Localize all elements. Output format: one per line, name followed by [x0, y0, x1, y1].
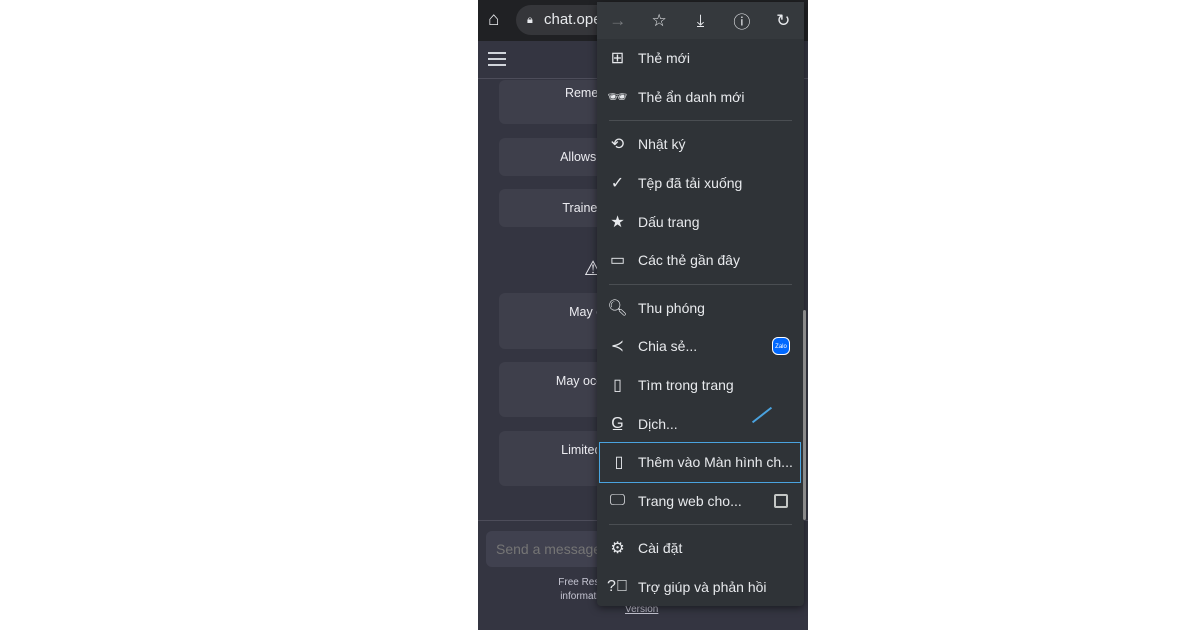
- menu-item-zoom[interactable]: 🔍︎ Thu phóng: [597, 289, 804, 328]
- bookmark-star-icon: ★: [610, 213, 625, 231]
- downloads-icon: ✓: [610, 175, 625, 193]
- divider: [609, 120, 792, 122]
- menu-label: Thẻ mới: [638, 50, 690, 67]
- settings-icon: ⚙: [610, 540, 625, 558]
- menu-item-find[interactable]: ▯ Tìm trong trang: [597, 366, 804, 405]
- phone-screen: ⌂ 🔒︎chat.ope Remembers Allows user to Tr…: [478, 0, 808, 630]
- new-tab-icon: ⊞: [610, 50, 625, 68]
- history-icon: ⟲: [610, 136, 625, 154]
- menu-label: Dấu trang: [638, 213, 700, 230]
- forward-icon[interactable]: →: [603, 11, 633, 31]
- menu-item-bookmarks[interactable]: ★ Dấu trang: [597, 202, 804, 241]
- info-icon[interactable]: ⓘ: [727, 8, 757, 33]
- menu-item-desktop-site[interactable]: 🖵︎ Trang web cho...: [597, 482, 804, 521]
- menu-item-recent-tabs[interactable]: ▭ Các thẻ gần đây: [597, 241, 804, 280]
- menu-label: Thu phóng: [638, 299, 705, 316]
- menu-item-history[interactable]: ⟲ Nhật ký: [597, 125, 804, 164]
- url-text: chat.ope: [544, 11, 602, 28]
- menu-item-add-to-home[interactable]: ▯ Thêm vào Màn hình ch...: [599, 441, 801, 483]
- menu-item-new-tab[interactable]: ⊞ Thẻ mới: [597, 39, 804, 78]
- browser-menu: → ☆ ⤓ ⓘ ↻ ⊞ Thẻ mới 🕶︎ Thẻ ẩn danh mới ⟲ Nh…: [597, 2, 804, 606]
- devices-icon: ▭: [609, 252, 626, 270]
- menu-label: Trang web cho...: [638, 492, 742, 509]
- menu-label: Cài đặt: [638, 540, 683, 557]
- menu-label: Tìm trong trang: [638, 377, 734, 394]
- pointer-arrow: [751, 407, 773, 424]
- menu-label: Nhật ký: [638, 136, 686, 153]
- menu-label: Dịch...: [638, 415, 678, 432]
- find-icon: ▯: [613, 377, 622, 395]
- divider: [609, 524, 792, 526]
- zalo-icon[interactable]: Zalo: [772, 337, 790, 356]
- star-icon[interactable]: ☆: [644, 11, 674, 31]
- menu-label: Các thẻ gần đây: [638, 252, 740, 269]
- menu-label: Thêm vào Màn hình ch...: [638, 454, 793, 471]
- help-icon: ?⃝: [607, 578, 628, 596]
- zoom-icon: 🔍︎: [607, 299, 628, 317]
- lock-icon: 🔒︎: [527, 14, 533, 26]
- incognito-icon: 🕶︎: [607, 88, 628, 106]
- translate-icon: G̲: [611, 414, 624, 432]
- desktop-icon: 🖵︎: [609, 491, 626, 509]
- scrollbar[interactable]: [803, 310, 806, 520]
- download-icon[interactable]: ⤓: [685, 11, 715, 31]
- menu-label: Thẻ ẩn danh mới: [638, 88, 745, 105]
- menu-item-downloads[interactable]: ✓ Tệp đã tải xuống: [597, 164, 804, 203]
- menu-icon-row: → ☆ ⤓ ⓘ ↻: [597, 2, 804, 39]
- reload-icon[interactable]: ↻: [768, 11, 798, 31]
- add-to-home-icon: ▯: [614, 454, 624, 472]
- home-icon[interactable]: ⌂: [488, 9, 499, 31]
- menu-item-settings[interactable]: ⚙ Cài đặt: [597, 529, 804, 568]
- share-icon: ≺: [610, 338, 625, 356]
- desktop-site-checkbox[interactable]: [774, 493, 788, 508]
- menu-item-translate[interactable]: G̲ Dịch...: [597, 404, 804, 443]
- menu-icon[interactable]: [488, 52, 506, 66]
- divider: [609, 283, 792, 285]
- menu-item-share[interactable]: ≺ Chia sẻ... Zalo: [597, 327, 804, 366]
- menu-label: Chia sẻ...: [638, 338, 698, 355]
- menu-item-incognito[interactable]: 🕶︎ Thẻ ẩn danh mới: [597, 78, 804, 117]
- menu-label: Tệp đã tải xuống: [638, 175, 743, 192]
- menu-item-help[interactable]: ?⃝ Trợ giúp và phản hồi: [597, 568, 804, 607]
- menu-label: Trợ giúp và phản hồi: [638, 579, 767, 596]
